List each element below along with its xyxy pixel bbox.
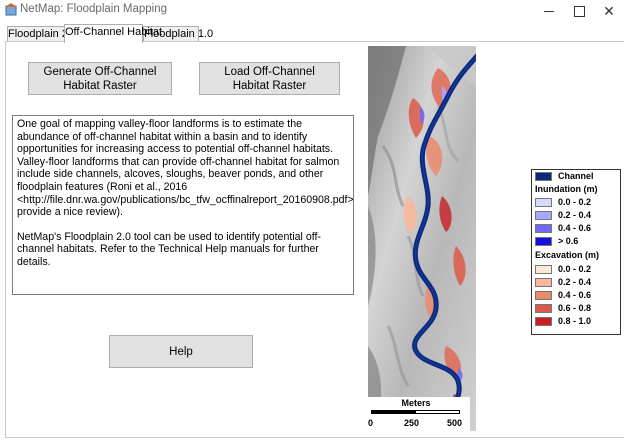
generate-raster-button[interactable]: Generate Off-Channel Habitat Raster	[28, 62, 172, 95]
floodplain-map-image	[368, 46, 476, 431]
legend-swatch	[535, 211, 552, 220]
legend-swatch	[535, 317, 552, 326]
scale-segment	[415, 410, 460, 414]
description-paragraph-1: One goal of mapping valley-floor landfor…	[17, 118, 354, 219]
tab-floodplain-2[interactable]: Floodplain 2.0	[7, 26, 77, 42]
legend-swatch	[535, 278, 552, 287]
legend-swatch	[535, 237, 552, 246]
legend-excavation-title: Excavation (m)	[535, 250, 600, 260]
app-icon	[5, 3, 17, 16]
scale-label: 0	[368, 418, 374, 428]
window-controls: ✕	[534, 0, 624, 22]
help-button[interactable]: Help	[109, 335, 253, 368]
tab-panel: Generate Off-Channel Habitat Raster Load…	[5, 41, 624, 438]
close-button[interactable]: ✕	[594, 0, 624, 22]
tab-off-channel-habitat[interactable]: Off-Channel Habitat	[64, 24, 162, 43]
load-raster-button[interactable]: Load Off-Channel Habitat Raster	[199, 62, 340, 95]
description-paragraph-2: NetMap's Floodplain 2.0 tool can be used…	[17, 230, 321, 268]
legend-swatch	[535, 304, 552, 313]
scale-label: 250	[404, 418, 420, 428]
map-legend: Channel Inundation (m) 0.0 - 0.2 0.2 - 0…	[531, 169, 621, 335]
scale-label: 500	[447, 418, 463, 428]
maximize-button[interactable]	[564, 0, 594, 22]
legend-swatch	[535, 198, 552, 207]
legend-swatch-channel	[535, 172, 552, 181]
title-bar: NetMap: Floodplain Mapping ✕	[0, 0, 624, 22]
window-title: NetMap: Floodplain Mapping	[20, 3, 168, 15]
scale-segment	[371, 410, 415, 414]
legend-inundation-title: Inundation (m)	[535, 184, 598, 194]
minimize-button[interactable]	[534, 0, 564, 22]
legend-swatch	[535, 224, 552, 233]
legend-swatch	[535, 291, 552, 300]
tab-strip: Floodplain 2.0 Off-Channel Habitat Flood…	[0, 22, 624, 43]
legend-swatch	[535, 265, 552, 274]
scale-title: Meters	[401, 398, 431, 408]
map-scale-bar: Meters 0 250 500	[362, 397, 470, 431]
description-textbox[interactable]: One goal of mapping valley-floor landfor…	[12, 115, 354, 295]
